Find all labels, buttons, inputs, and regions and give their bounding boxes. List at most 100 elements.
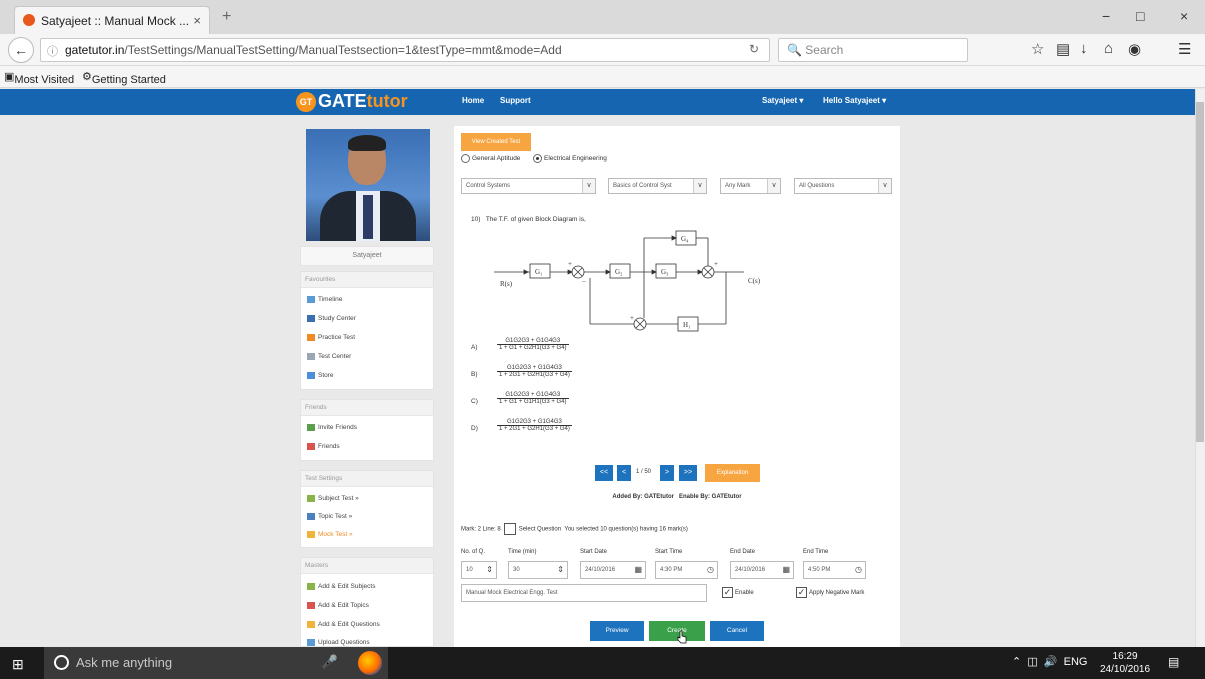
cortana-icon	[54, 655, 69, 670]
radio-general-aptitude[interactable]: General Aptitude	[461, 154, 520, 163]
prev-page-button[interactable]: <	[617, 465, 631, 481]
question-filter-select[interactable]: All Questions ∨	[794, 178, 892, 194]
sidebar-item-invite-friends[interactable]: Invite Friends	[307, 424, 357, 431]
nav-support-link[interactable]: Support	[500, 96, 531, 105]
nav-user-menu[interactable]: Satyajeet ▾	[762, 96, 803, 105]
option-a[interactable]: A) G1G2G3 + G1G4G3 1 + G1 + G2H1(G3 + G4)	[471, 338, 569, 351]
svg-text:+: +	[714, 260, 718, 268]
nav-home-link[interactable]: Home	[462, 96, 484, 105]
site-logo[interactable]: GT GATEtutor	[296, 91, 408, 113]
sidebar-item-practice-test[interactable]: Practice Test	[307, 334, 355, 341]
svg-text:+: +	[568, 260, 572, 268]
spinner-icon: ⇕	[486, 565, 493, 574]
subject-select[interactable]: Control Systems ∨	[461, 178, 596, 194]
clock-icon: ◷	[707, 565, 714, 574]
url-domain: gatetutor.in	[65, 43, 125, 57]
svg-text:−: −	[582, 278, 586, 286]
microphone-icon[interactable]: 🎤	[322, 654, 338, 670]
new-tab-button[interactable]: +	[222, 8, 231, 26]
noq-label: No. of Q.	[461, 549, 486, 555]
back-button[interactable]: ←	[8, 37, 34, 63]
end-time-field[interactable]: 4:50 PM ◷	[803, 561, 866, 579]
noq-stepper[interactable]: 10 ⇕	[461, 561, 497, 579]
scrollbar-thumb[interactable]	[1196, 102, 1204, 442]
start-date-field[interactable]: 24/10/2016 ▦	[580, 561, 646, 579]
sidebar-section-favourites: Favourites Timeline Study Center Practic…	[300, 271, 434, 390]
start-time-field[interactable]: 4:30 PM ◷	[655, 561, 718, 579]
favicon-icon	[23, 14, 35, 26]
cancel-button[interactable]: Cancel	[710, 621, 764, 641]
home-icon[interactable]: ⌂	[1104, 40, 1113, 57]
system-tray[interactable]: ⌃ ◫ 🔊 ENG	[1012, 655, 1088, 668]
topic-select[interactable]: Basics of Control Syst ∨	[608, 178, 707, 194]
test-name-input[interactable]: Manual Mock Electrical Engg. Test	[461, 584, 707, 602]
tab-title: Satyajeet :: Manual Mock ...	[41, 14, 190, 28]
clock-icon: ◷	[855, 565, 862, 574]
bookmark-getting-started[interactable]: ⚙ Getting Started	[82, 70, 166, 86]
pocket-icon[interactable]: ◉	[1128, 40, 1141, 58]
reading-list-icon[interactable]: ▤	[1056, 40, 1070, 58]
section-title: Test Settings	[301, 471, 433, 487]
negative-mark-checkbox[interactable]: ✓ Apply Negative Mark	[796, 587, 864, 598]
menu-icon[interactable]: ☰	[1178, 40, 1191, 58]
profile-photo	[306, 129, 430, 241]
sidebar-item-add-edit-topics[interactable]: Add & Edit Topics	[307, 602, 369, 609]
time-stepper[interactable]: 30 ⇕	[508, 561, 568, 579]
end-date-field[interactable]: 24/10/2016 ▦	[730, 561, 794, 579]
section-title: Favourites	[301, 272, 433, 288]
bookmark-star-icon[interactable]: ☆	[1031, 40, 1044, 58]
option-d[interactable]: D) G1G2G3 + G1G4G3 1 + 2G1 + G2H1(G3 + G4…	[471, 419, 572, 432]
taskbar-clock[interactable]: 16:29 24/10/2016	[1100, 650, 1150, 676]
site-info-icon[interactable]: ⓘ	[47, 43, 58, 59]
sidebar-item-topic-test[interactable]: Topic Test »	[307, 513, 352, 520]
nav-hello-menu[interactable]: Hello Satyajeet ▾	[823, 96, 886, 105]
bookmarks-bar: ▣ Most Visited ⚙ Getting Started	[0, 66, 1205, 88]
chevron-down-icon: ∨	[693, 179, 706, 193]
enable-checkbox[interactable]: ✓ Enable	[722, 587, 754, 598]
cortana-search-box[interactable]: Ask me anything 🎤	[44, 647, 388, 679]
option-b[interactable]: B) G1G2G3 + G1G4G3 1 + 2G1 + G2H1(G3 + G4…	[471, 365, 572, 378]
reload-icon[interactable]: ↻	[749, 42, 759, 56]
svg-text:+: +	[630, 314, 634, 322]
browser-tab[interactable]: Satyajeet :: Manual Mock ... ×	[14, 6, 210, 34]
spinner-icon: ⇕	[557, 565, 564, 574]
site-header	[0, 89, 1195, 115]
tab-close-icon[interactable]: ×	[193, 13, 201, 28]
svg-text:G₃: G₃	[661, 268, 669, 276]
windows-start-icon[interactable]: ⊞	[12, 656, 24, 673]
option-c[interactable]: C) G1G2G3 + G1G4G3 1 + G1 + G1H1(G3 + G4)	[471, 392, 569, 405]
sidebar-item-timeline[interactable]: Timeline	[307, 296, 342, 303]
window-close-button[interactable]: ×	[1180, 8, 1188, 24]
explanation-button[interactable]: Explanation	[705, 464, 760, 482]
select-question-checkbox[interactable]	[503, 523, 516, 535]
sidebar-item-add-edit-subjects[interactable]: Add & Edit Subjects	[307, 583, 375, 590]
address-bar[interactable]: ⓘ gatetutor.in/TestSettings/ManualTestSe…	[40, 38, 770, 62]
chevron-down-icon: ∨	[878, 179, 891, 193]
search-input[interactable]: 🔍 Search	[778, 38, 968, 62]
mark-select[interactable]: Any Mark ∨	[720, 178, 781, 194]
profile-username[interactable]: Satyajeet	[300, 246, 434, 266]
notification-icon[interactable]: ▤	[1168, 655, 1179, 669]
svg-text:G₁: G₁	[535, 268, 543, 276]
page-indicator: 1 / 50	[636, 469, 652, 475]
sidebar-item-study-center[interactable]: Study Center	[307, 315, 356, 322]
first-page-button[interactable]: <<	[595, 465, 613, 481]
end-date-label: End Date	[730, 549, 756, 555]
sidebar-item-add-edit-questions[interactable]: Add & Edit Questions	[307, 621, 380, 628]
sidebar-item-subject-test[interactable]: Subject Test »	[307, 495, 359, 502]
sidebar-item-mock-test[interactable]: Mock Test »	[307, 531, 353, 538]
radio-electrical-engineering[interactable]: Electrical Engineering	[533, 154, 607, 163]
sidebar-item-friends[interactable]: Friends	[307, 443, 340, 450]
firefox-taskbar-icon[interactable]	[358, 651, 382, 675]
sidebar-item-test-center[interactable]: Test Center	[307, 353, 351, 360]
downloads-icon[interactable]: ↓	[1080, 40, 1088, 57]
preview-button[interactable]: Preview	[590, 621, 644, 641]
last-page-button[interactable]: >>	[679, 465, 697, 481]
next-page-button[interactable]: >	[660, 465, 674, 481]
sidebar-item-upload-questions[interactable]: Upload Questions	[307, 639, 370, 646]
maximize-button[interactable]: □	[1136, 8, 1144, 24]
sidebar-item-store[interactable]: Store	[307, 372, 334, 379]
view-created-test-button[interactable]: View Created Test	[461, 133, 531, 151]
minimize-button[interactable]: −	[1102, 8, 1110, 24]
bookmark-most-visited[interactable]: ▣ Most Visited	[4, 70, 74, 86]
